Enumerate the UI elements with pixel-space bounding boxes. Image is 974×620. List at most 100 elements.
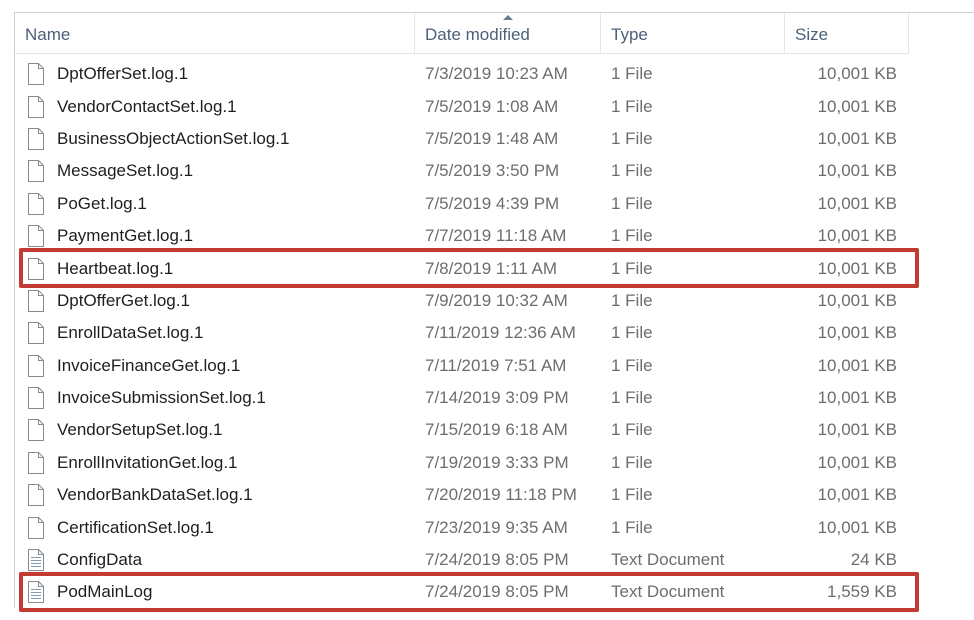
generic-file-icon [27,192,45,216]
file-size: 10,001 KB [817,96,897,116]
file-row[interactable]: CertificationSet.log.1 7/23/2019 9:35 AM 1… [15,511,909,543]
file-type: Text Document [611,582,725,602]
file-row[interactable]: EnrollInvitationGet.log.1 7/19/2019 3:33 … [15,447,909,479]
file-row[interactable]: ConfigData 7/24/2019 8:05 PM Text Document… [15,544,909,576]
file-name: PaymentGet.log.1 [57,226,194,246]
file-type: 1 File [611,485,653,505]
file-name-cell[interactable]: VendorSetupSet.log.1 [15,418,415,442]
generic-file-icon [27,224,45,248]
file-name-cell[interactable]: InvoiceSubmissionSet.log.1 [15,386,415,410]
file-name: BusinessObjectActionSet.log.1 [57,128,290,148]
file-date-modified: 7/15/2019 6:18 AM [425,420,568,440]
file-type: Text Document [611,550,725,570]
generic-file-icon [27,127,45,151]
file-name-cell[interactable]: VendorContactSet.log.1 [15,95,415,119]
file-name-cell[interactable]: PaymentGet.log.1 [15,224,415,248]
file-type: 1 File [611,420,653,440]
file-name-cell[interactable]: ConfigData [15,548,415,572]
file-name-cell[interactable]: InvoiceFinanceGet.log.1 [15,354,415,378]
file-size: 10,001 KB [817,290,897,310]
file-name: MessageSet.log.1 [57,161,194,181]
file-date-modified: 7/9/2019 10:32 AM [425,290,568,310]
file-name-cell[interactable]: CertificationSet.log.1 [15,516,415,540]
file-size: 10,001 KB [817,64,897,84]
file-type: 1 File [611,323,653,343]
file-date-modified: 7/8/2019 1:11 AM [425,258,558,278]
file-row[interactable]: VendorBankDataSet.log.1 7/20/2019 11:18 P… [15,479,909,511]
file-name-cell[interactable]: PoGet.log.1 [15,192,415,216]
file-name-cell[interactable]: PodMainLog [15,580,415,604]
file-name: PodMainLog [57,582,153,602]
file-name: InvoiceSubmissionSet.log.1 [57,388,266,408]
file-type: 1 File [611,96,653,116]
file-size: 10,001 KB [817,388,897,408]
column-header-size[interactable]: Size [785,13,909,53]
file-row[interactable]: BusinessObjectActionSet.log.1 7/5/2019 1:… [15,123,909,155]
file-row[interactable]: InvoiceSubmissionSet.log.1 7/14/2019 3:09… [15,382,909,414]
file-size: 10,001 KB [817,226,897,246]
file-date-modified: 7/3/2019 10:23 AM [425,64,568,84]
file-row[interactable]: VendorSetupSet.log.1 7/15/2019 6:18 AM 1 F… [15,414,909,446]
file-name-cell[interactable]: Heartbeat.log.1 [15,257,415,281]
file-date-modified: 7/5/2019 1:08 AM [425,96,559,116]
file-type: 1 File [611,64,653,84]
file-name: PoGet.log.1 [57,193,147,213]
file-name: EnrollInvitationGet.log.1 [57,452,238,472]
file-name-cell[interactable]: DptOfferSet.log.1 [15,62,415,86]
column-header-name[interactable]: Name [15,13,415,53]
column-header-type[interactable]: Type [601,13,785,53]
file-name: CertificationSet.log.1 [57,517,214,537]
file-type: 1 File [611,128,653,148]
file-size: 10,001 KB [817,323,897,343]
file-date-modified: 7/5/2019 4:39 PM [425,193,560,213]
generic-file-icon [27,418,45,442]
file-date-modified: 7/7/2019 11:18 AM [425,226,567,246]
generic-file-icon [27,257,45,281]
file-row[interactable]: PoGet.log.1 7/5/2019 4:39 PM 1 File 10,001 … [15,188,909,220]
file-row[interactable]: PodMainLog 7/24/2019 8:05 PM Text Document… [15,576,909,608]
file-row[interactable]: VendorContactSet.log.1 7/5/2019 1:08 AM 1 … [15,90,909,122]
file-name-cell[interactable]: EnrollDataSet.log.1 [15,321,415,345]
generic-file-icon [27,516,45,540]
file-list-view: Name Date modified Type Size DptOfferSet… [14,12,974,612]
file-type: 1 File [611,355,653,375]
file-name: Heartbeat.log.1 [57,258,174,278]
generic-file-icon [27,95,45,119]
file-date-modified: 7/19/2019 3:33 PM [425,452,569,472]
file-type: 1 File [611,388,653,408]
file-name-cell[interactable]: VendorBankDataSet.log.1 [15,483,415,507]
file-row[interactable]: EnrollDataSet.log.1 7/11/2019 12:36 AM 1 F… [15,317,909,349]
file-name-cell[interactable]: EnrollInvitationGet.log.1 [15,451,415,475]
file-name: VendorContactSet.log.1 [57,96,237,116]
file-name: ConfigData [57,550,143,570]
file-date-modified: 7/24/2019 8:05 PM [425,582,569,602]
file-name-cell[interactable]: DptOfferGet.log.1 [15,289,415,313]
file-row[interactable]: DptOfferSet.log.1 7/3/2019 10:23 AM 1 File… [15,58,909,90]
file-row[interactable]: PaymentGet.log.1 7/7/2019 11:18 AM 1 File 1… [15,220,909,252]
generic-file-icon [27,354,45,378]
file-name: VendorBankDataSet.log.1 [57,485,253,505]
file-name-cell[interactable]: BusinessObjectActionSet.log.1 [15,127,415,151]
file-row[interactable]: MessageSet.log.1 7/5/2019 3:50 PM 1 File 10… [15,155,909,187]
file-name-cell[interactable]: MessageSet.log.1 [15,159,415,183]
file-rows: DptOfferSet.log.1 7/3/2019 10:23 AM 1 File… [15,58,909,609]
file-type: 1 File [611,161,653,181]
file-row[interactable]: InvoiceFinanceGet.log.1 7/11/2019 7:51 AM… [15,350,909,382]
file-date-modified: 7/5/2019 3:50 PM [425,161,560,181]
file-name: DptOfferSet.log.1 [57,64,189,84]
file-type: 1 File [611,226,653,246]
file-row[interactable]: DptOfferGet.log.1 7/9/2019 10:32 AM 1 File… [15,285,909,317]
sort-ascending-icon [503,15,513,20]
generic-file-icon [27,451,45,475]
file-name: VendorSetupSet.log.1 [57,420,223,440]
file-row[interactable]: Heartbeat.log.1 7/8/2019 1:11 AM 1 File 10,… [15,252,909,284]
text-document-icon [27,580,45,604]
file-size: 10,001 KB [817,161,897,181]
file-type: 1 File [611,452,653,472]
generic-file-icon [27,483,45,507]
file-date-modified: 7/23/2019 9:35 AM [425,517,568,537]
file-date-modified: 7/20/2019 11:18 PM [425,485,577,505]
file-size: 1,559 KB [827,582,897,602]
column-header-date-modified[interactable]: Date modified [415,13,601,53]
text-document-icon [27,548,45,572]
